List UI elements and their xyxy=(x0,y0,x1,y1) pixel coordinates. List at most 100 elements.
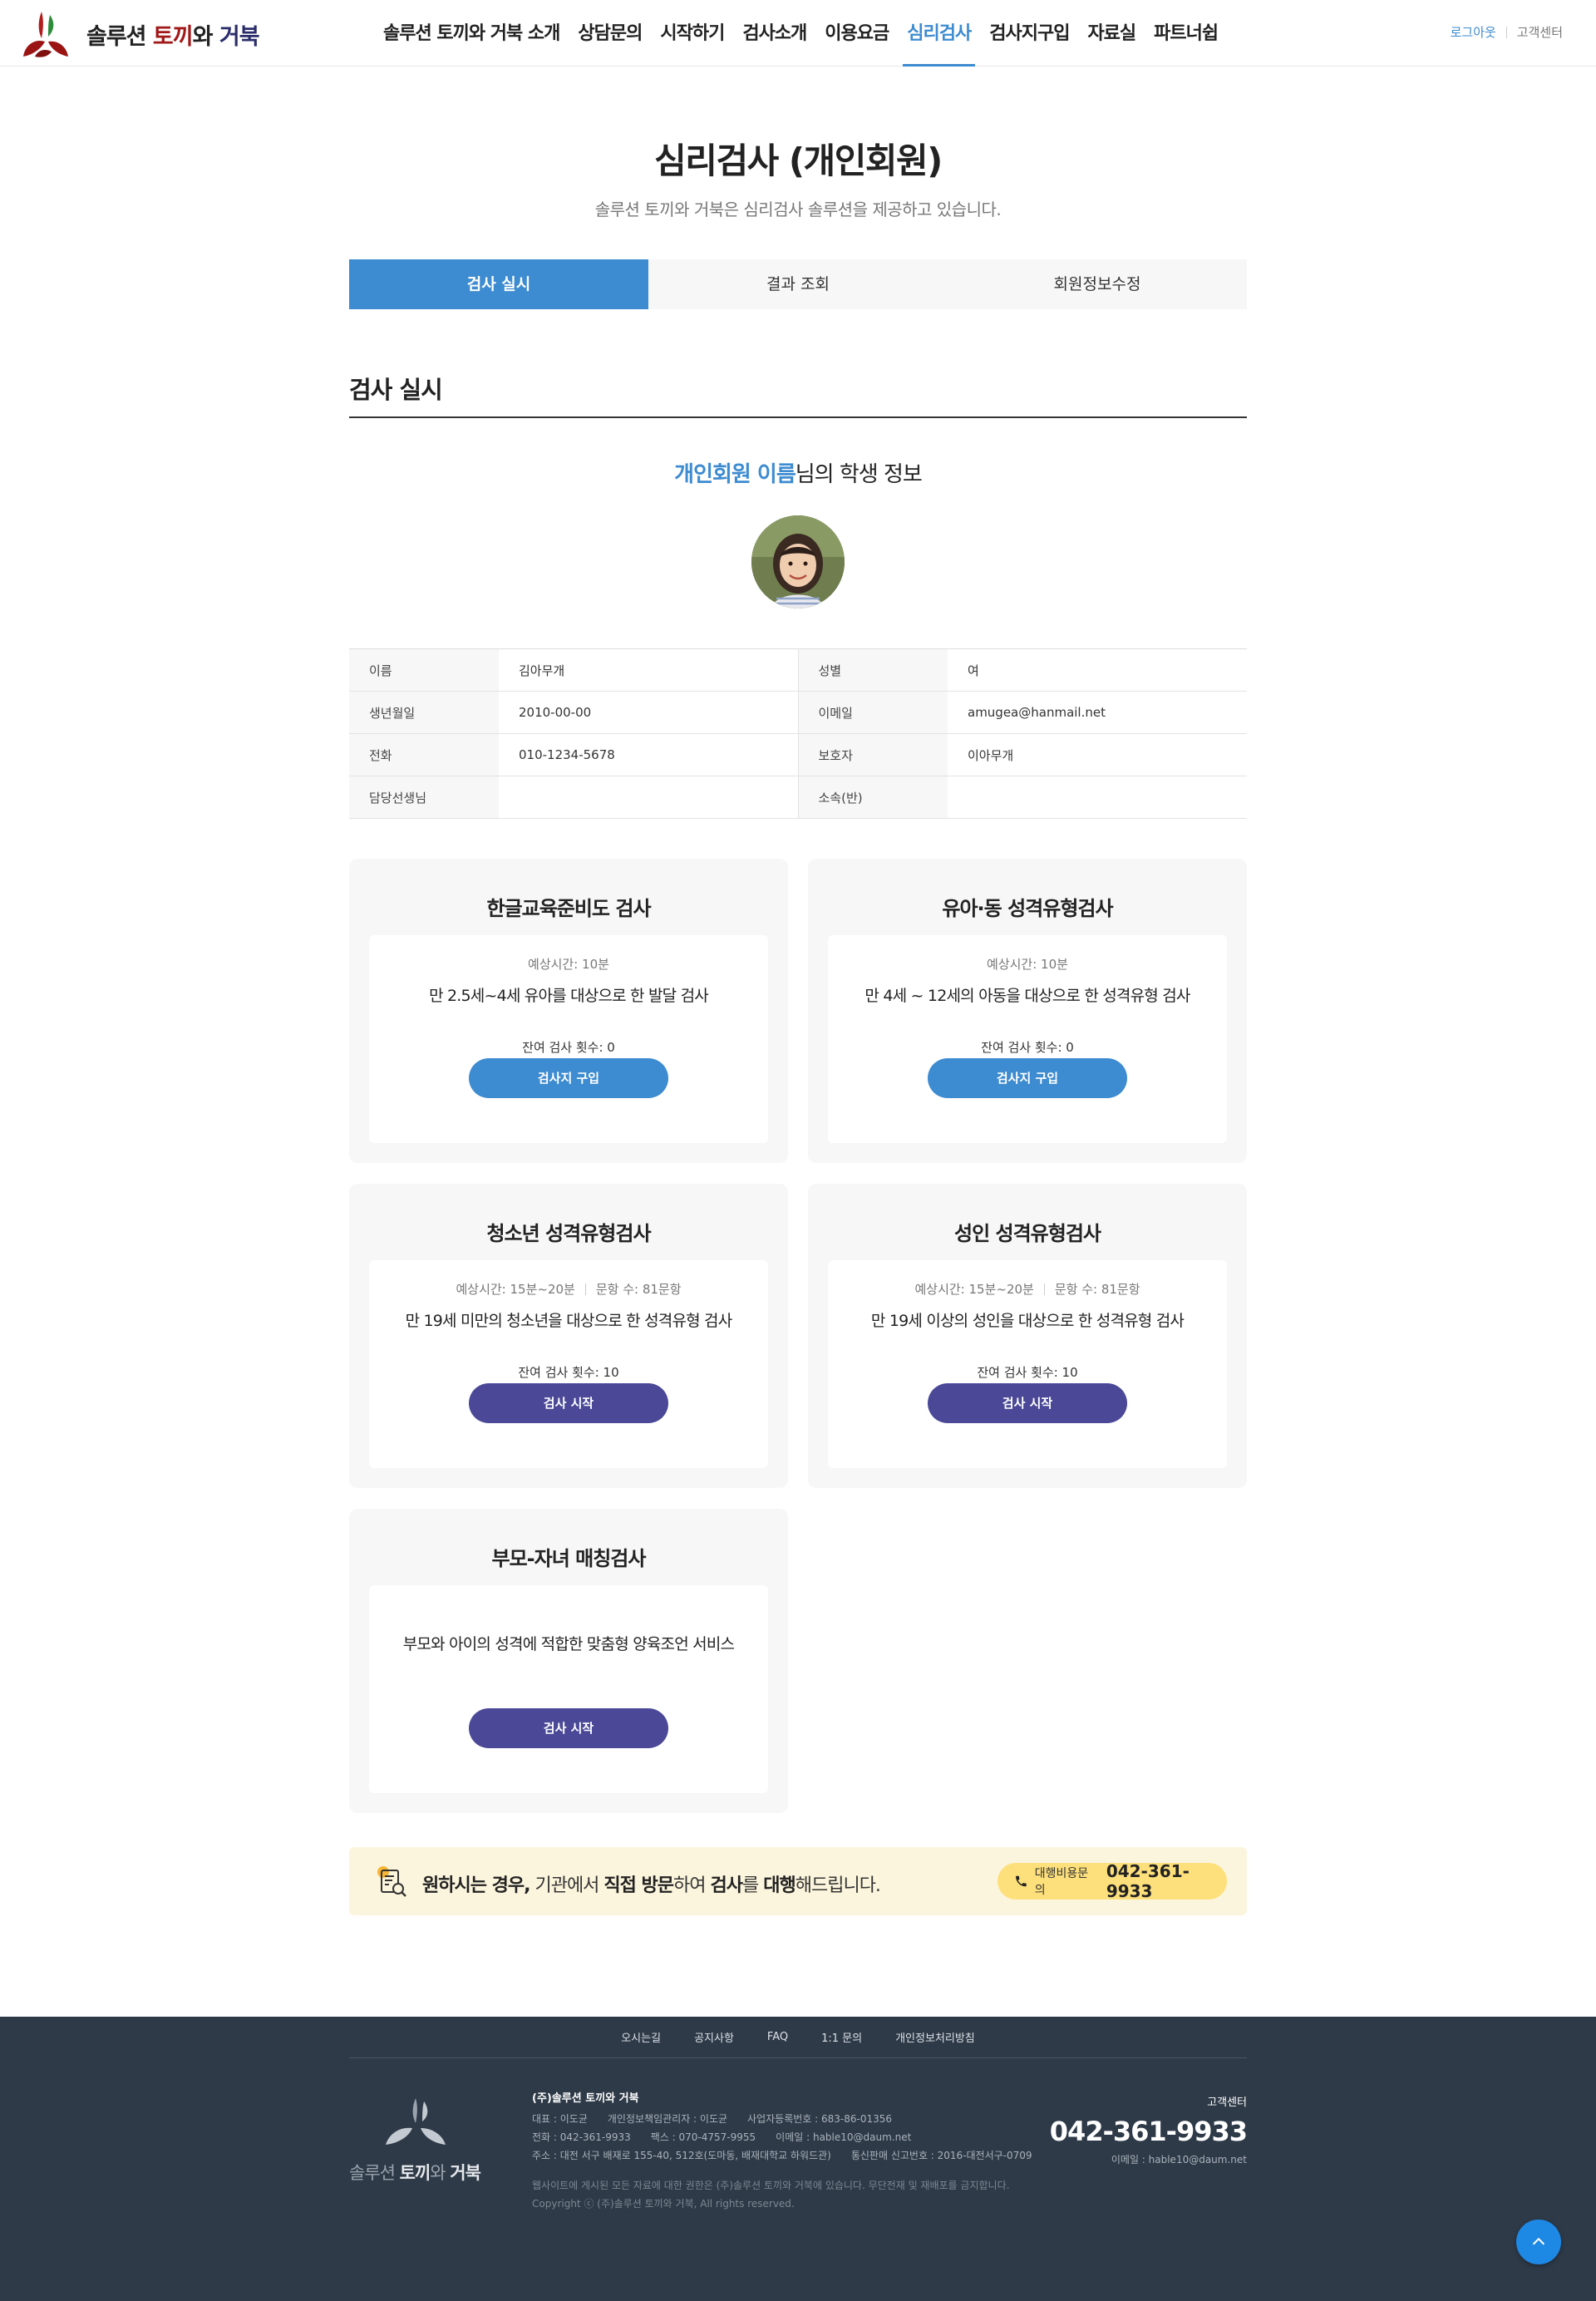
test-card-meta: 예상시간: 15분~20분 문항 수: 81문항 xyxy=(828,1280,1227,1298)
chevron-up-icon xyxy=(1532,2237,1545,2245)
logout-link[interactable]: 로그아웃 xyxy=(1451,23,1496,41)
footer-logo-text: 솔루션 토끼와 거북 xyxy=(349,2163,481,2183)
test-card-body: 예상시간: 10분 만 2.5세~4세 유아를 대상으로 한 발달 검사 잔여 … xyxy=(369,935,768,1143)
phone-icon xyxy=(1016,1875,1027,1887)
nav-item-partnership[interactable]: 파트너쉽 xyxy=(1145,0,1227,67)
field-value: amugea@hanmail.net xyxy=(948,691,1247,734)
start-test-button[interactable]: 검사 시작 xyxy=(469,1708,668,1748)
field-label: 소속(반) xyxy=(798,776,948,819)
cs-email: 이메일 : hable10@daum.net xyxy=(1111,2154,1247,2166)
scroll-top-button[interactable] xyxy=(1516,2220,1561,2264)
nav-item-buy-tests[interactable]: 검사지구입 xyxy=(980,0,1078,67)
agency-inquiry-label: 대행비용문의 xyxy=(1034,1867,1089,1897)
field-label: 담당선생님 xyxy=(349,776,499,819)
meta-divider xyxy=(1043,1283,1045,1295)
test-card-description: 만 4세 ~ 12세의 아동을 대상으로 한 성격유형 검사 xyxy=(864,987,1190,1005)
test-card-title: 성인 성격유형검사 xyxy=(954,1222,1101,1245)
footer-link-inquiry[interactable]: 1:1 문의 xyxy=(821,2029,862,2045)
remaining-count: 잔여 검사 횟수: 0 xyxy=(981,1040,1074,1055)
banner-message: 원하시는 경우, 기관에서 직접 방문하여 검사를 대행해드립니다. xyxy=(422,1875,881,1896)
footer-link-privacy[interactable]: 개인정보처리방침 xyxy=(895,2029,975,2045)
remaining-count: 잔여 검사 횟수: 10 xyxy=(977,1365,1078,1380)
nav-item-psych-test[interactable]: 심리검사 xyxy=(898,0,980,67)
student-avatar xyxy=(751,515,845,609)
footer-link-faq[interactable]: FAQ xyxy=(767,2031,788,2043)
footer-link-notice[interactable]: 공지사항 xyxy=(694,2029,734,2045)
buy-test-button[interactable]: 검사지 구입 xyxy=(928,1058,1127,1098)
tab-edit-member-info[interactable]: 회원정보수정 xyxy=(948,259,1247,309)
question-count: 문항 수: 81문항 xyxy=(595,1282,682,1297)
student-info-table: 이름 김아무개 성별 여 생년월일 2010-00-00 이메일 amugea@… xyxy=(349,648,1247,819)
test-card-meta: 예상시간: 10분 xyxy=(369,955,768,973)
site-logo[interactable]: 솔루션 토끼와 거북 xyxy=(17,5,260,63)
test-card-parent-child-matching: 부모-자녀 매칭검사 부모와 아이의 성격에 적합한 맞춤형 양육조언 서비스 … xyxy=(349,1509,788,1813)
test-card-description: 만 19세 이상의 성인을 대상으로 한 성격유형 검사 xyxy=(870,1312,1185,1330)
remaining-count: 잔여 검사 횟수: 10 xyxy=(518,1365,619,1380)
visit-service-banner: 원하시는 경우, 기관에서 직접 방문하여 검사를 대행해드립니다. 대행비용문… xyxy=(349,1847,1247,1915)
agency-inquiry-phone: 042-361-9933 xyxy=(1106,1861,1190,1901)
footer-customer-center: 고객센터 042-361-9933 이메일 : hable10@daum.net xyxy=(1049,2093,1248,2166)
util-links: 로그아웃 고객센터 xyxy=(1451,23,1563,41)
test-card-body: 예상시간: 15분~20분 문항 수: 81문항 만 19세 이상의 성인을 대상… xyxy=(828,1260,1227,1468)
nav-item-resources[interactable]: 자료실 xyxy=(1078,0,1145,67)
field-value: 김아무개 xyxy=(499,648,799,692)
field-value: 2010-00-00 xyxy=(499,691,799,734)
test-card-body: 예상시간: 15분~20분 문항 수: 81문항 만 19세 미만의 청소년을 대… xyxy=(369,1260,768,1468)
test-card-title: 한글교육준비도 검사 xyxy=(486,897,651,920)
field-value: 여 xyxy=(948,648,1247,692)
meta-divider xyxy=(584,1283,586,1295)
test-card-meta: 예상시간: 15분~20분 문항 수: 81문항 xyxy=(369,1280,768,1298)
table-row: 전화 010-1234-5678 보호자 이아무개 xyxy=(349,733,1247,776)
estimated-time: 예상시간: 10분 xyxy=(987,957,1068,972)
cs-label: 고객센터 xyxy=(1207,2097,1247,2109)
test-card-description: 만 19세 미만의 청소년을 대상으로 한 성격유형 검사 xyxy=(405,1312,733,1330)
company-name: (주)솔루션 토끼와 거북 xyxy=(532,2092,639,2105)
table-row: 생년월일 2010-00-00 이메일 amugea@hanmail.net xyxy=(349,691,1247,734)
student-heading-suffix: 님의 학생 정보 xyxy=(795,462,923,487)
page-title: 심리검사 (개인회원) xyxy=(654,140,943,181)
question-count: 문항 수: 81문항 xyxy=(1054,1282,1140,1297)
footer-link-directions[interactable]: 오시는길 xyxy=(621,2029,661,2045)
document-search-icon xyxy=(377,1866,406,1897)
test-card-child-personality: 유아·동 성격유형검사 예상시간: 10분 만 4세 ~ 12세의 아동을 대상… xyxy=(808,859,1247,1163)
field-label: 생년월일 xyxy=(349,691,499,734)
company-info-row: 대표 : 이도균 개인정보책임관리자 : 이도균 사업자등록번호 : 683-86-… xyxy=(532,2113,892,2125)
company-info-row: 전화 : 042-361-9933 팩스 : 070-4757-9955 이메일 :… xyxy=(532,2131,912,2143)
site-footer: 오시는길 공지사항 FAQ 1:1 문의 개인정보처리방침 솔루션 토끼와 거북… xyxy=(0,2017,1596,2301)
field-label: 성별 xyxy=(798,648,948,692)
nav-item-pricing[interactable]: 이용요금 xyxy=(815,0,898,67)
section-title: 검사 실시 xyxy=(349,376,443,404)
sub-tabs: 검사 실시 결과 조회 회원정보수정 xyxy=(349,259,1247,309)
start-test-button[interactable]: 검사 시작 xyxy=(469,1383,668,1423)
test-card-title: 유아·동 성격유형검사 xyxy=(942,897,1113,920)
agency-inquiry-button[interactable]: 대행비용문의 042-361-9933 xyxy=(998,1861,1227,1901)
nav-item-consult[interactable]: 상담문의 xyxy=(569,0,651,67)
section-divider xyxy=(349,416,1247,418)
customer-center-link[interactable]: 고객센터 xyxy=(1517,23,1563,41)
tab-view-results[interactable]: 결과 조회 xyxy=(648,259,948,309)
field-label: 전화 xyxy=(349,733,499,776)
field-value xyxy=(499,776,799,819)
child-photo-icon xyxy=(751,515,845,609)
nav-item-about[interactable]: 솔루션 토끼와 거북 소개 xyxy=(374,0,569,67)
copyright-notice: 웹사이트에 게시된 모든 자료에 대한 권한은 (주)솔루션 토끼와 거북에 있… xyxy=(532,2180,1010,2191)
test-card-description: 만 2.5세~4세 유아를 대상으로 한 발달 검사 xyxy=(429,987,709,1005)
field-value: 이아무개 xyxy=(948,733,1247,776)
remaining-count: 잔여 검사 횟수: 0 xyxy=(522,1040,615,1055)
test-card-description: 부모와 아이의 성격에 적합한 맞춤형 양육조언 서비스 xyxy=(402,1635,735,1653)
test-card-body: 예상시간: 10분 만 4세 ~ 12세의 아동을 대상으로 한 성격유형 검사… xyxy=(828,935,1227,1143)
logo-text: 솔루션 토끼와 거북 xyxy=(86,23,260,50)
nav-item-test-intro[interactable]: 검사소개 xyxy=(733,0,815,67)
tab-run-test[interactable]: 검사 실시 xyxy=(349,259,648,309)
test-card-korean-readiness: 한글교육준비도 검사 예상시간: 10분 만 2.5세~4세 유아를 대상으로 … xyxy=(349,859,788,1163)
table-row: 담당선생님 소속(반) xyxy=(349,776,1247,819)
util-divider xyxy=(1505,26,1507,38)
nav-item-start[interactable]: 시작하기 xyxy=(651,0,733,67)
field-value: 010-1234-5678 xyxy=(499,733,799,776)
cs-phone: 042-361-9933 xyxy=(1049,2116,1248,2147)
buy-test-button[interactable]: 검사지 구입 xyxy=(469,1058,668,1098)
estimated-time: 예상시간: 15분~20분 xyxy=(914,1282,1034,1297)
start-test-button[interactable]: 검사 시작 xyxy=(928,1383,1127,1423)
estimated-time: 예상시간: 15분~20분 xyxy=(456,1282,575,1297)
test-card-body: 부모와 아이의 성격에 적합한 맞춤형 양육조언 서비스 검사 시작 xyxy=(369,1585,768,1793)
